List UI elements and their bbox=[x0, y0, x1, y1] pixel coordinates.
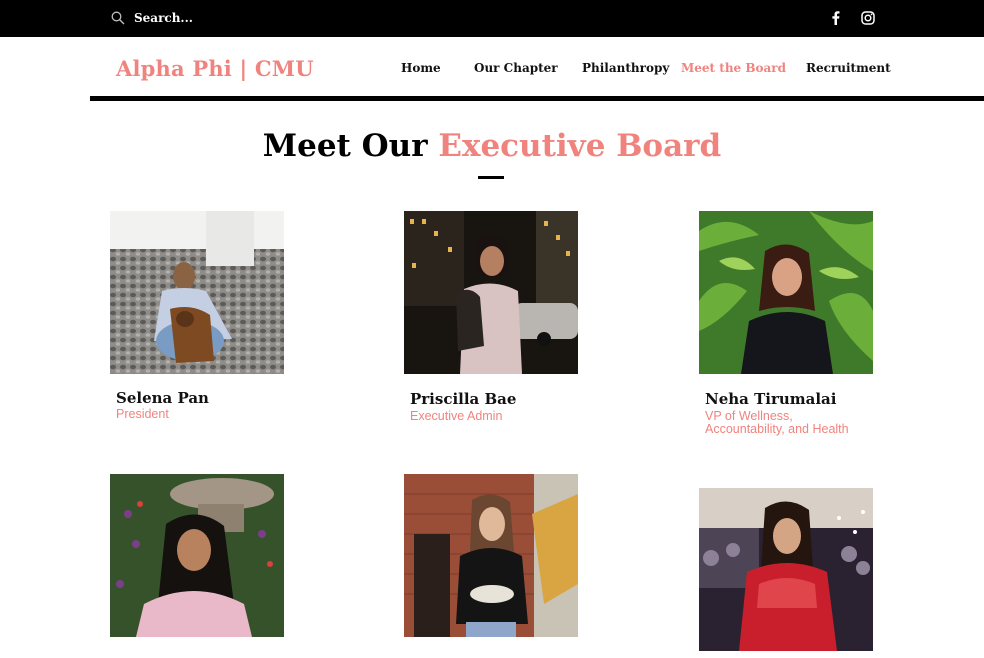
page-title: Meet Our Executive Board bbox=[0, 128, 984, 164]
nav-philanthropy[interactable]: Philanthropy bbox=[582, 61, 669, 75]
nav-home[interactable]: Home bbox=[401, 61, 441, 75]
page-title-accent: Executive Board bbox=[438, 128, 722, 164]
nav-meet-the-board[interactable]: Meet the Board bbox=[681, 61, 786, 75]
nav-our-chapter[interactable]: Our Chapter bbox=[474, 61, 558, 75]
member-role: Executive Admin bbox=[410, 409, 503, 423]
member-role: President bbox=[116, 407, 169, 421]
member-photo-5 bbox=[404, 474, 578, 637]
member-photo-neha-tirumalai bbox=[699, 211, 873, 374]
search-icon[interactable] bbox=[111, 11, 125, 25]
site-logo[interactable]: Alpha Phi | CMU bbox=[116, 56, 314, 81]
search-input[interactable] bbox=[134, 9, 284, 27]
instagram-icon[interactable] bbox=[860, 10, 876, 26]
page-title-part1: Meet Our bbox=[262, 128, 428, 164]
member-name: Neha Tirumalai bbox=[705, 390, 837, 408]
header-divider bbox=[0, 96, 984, 101]
member-name: Priscilla Bae bbox=[410, 390, 517, 408]
nav-recruitment[interactable]: Recruitment bbox=[806, 61, 891, 75]
member-photo-selena-pan bbox=[110, 211, 284, 374]
member-role-line2: Accountability, and Health bbox=[705, 422, 849, 436]
member-name: Selena Pan bbox=[116, 389, 209, 407]
member-photo-6 bbox=[699, 488, 873, 651]
member-photo-priscilla-bae bbox=[404, 211, 578, 374]
title-underline bbox=[478, 176, 504, 179]
site-header: Alpha Phi | CMU Home Our Chapter Philant… bbox=[0, 37, 984, 101]
member-photo-4 bbox=[110, 474, 284, 637]
facebook-icon[interactable] bbox=[828, 10, 844, 26]
top-bar bbox=[0, 0, 984, 37]
